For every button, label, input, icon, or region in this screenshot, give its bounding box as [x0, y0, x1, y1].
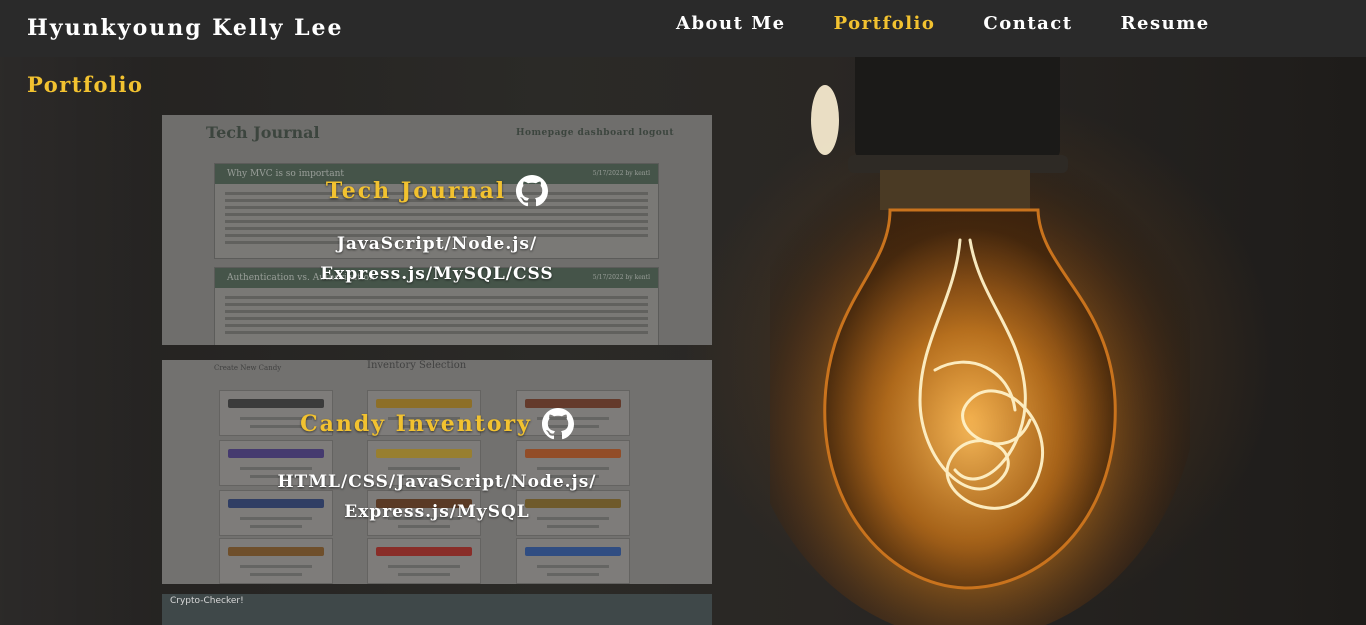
project-card-candy-inventory[interactable]: Inventory Selection Create New Candy Can…	[162, 360, 712, 584]
nav-about-me[interactable]: About Me	[676, 13, 786, 34]
project-tech-stack: HTML/CSS/JavaScript/Node.js/ Express.js/…	[222, 467, 652, 527]
project-title[interactable]: Candy Inventory	[300, 411, 532, 437]
project-title[interactable]: Tech Journal	[326, 178, 506, 204]
project-title-row: Tech Journal	[162, 175, 712, 207]
project-card-crypto-checker[interactable]: Crypto-Checker!	[162, 594, 712, 625]
nav-contact[interactable]: Contact	[983, 13, 1072, 34]
project-tech-stack: JavaScript/Node.js/ Express.js/MySQL/CSS	[272, 229, 602, 289]
light-bulb-image	[770, 40, 1190, 625]
nav-resume[interactable]: Resume	[1121, 13, 1210, 34]
main-nav: About Me Portfolio Contact Resume	[676, 13, 1258, 34]
tech-line: JavaScript/Node.js/	[336, 234, 538, 254]
github-icon[interactable]	[541, 408, 574, 440]
project-card-tech-journal[interactable]: Tech Journal Homepage dashboard logout W…	[162, 115, 712, 345]
github-icon[interactable]	[516, 175, 549, 207]
top-navbar: Hyunkyoung Kelly Lee About Me Portfolio …	[0, 0, 1366, 57]
project-title-row: Candy Inventory	[162, 408, 712, 440]
tech-line: Express.js/MySQL	[344, 502, 530, 522]
tech-line: Express.js/MySQL/CSS	[320, 264, 554, 284]
screenshot-heading: Crypto-Checker!	[170, 596, 244, 606]
nav-portfolio[interactable]: Portfolio	[834, 13, 936, 34]
section-title: Portfolio	[27, 72, 144, 97]
site-brand[interactable]: Hyunkyoung Kelly Lee	[27, 15, 344, 41]
tech-line: HTML/CSS/JavaScript/Node.js/	[277, 472, 597, 492]
background-shadow	[0, 57, 160, 625]
